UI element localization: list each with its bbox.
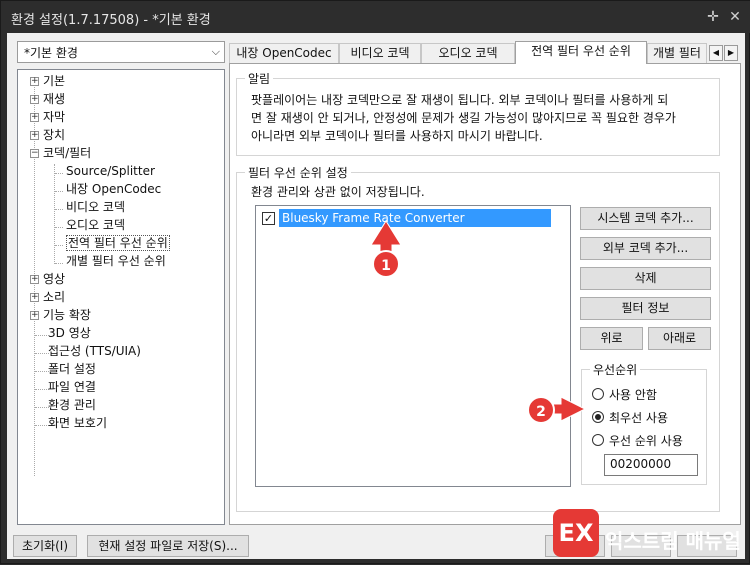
tab-label: 전역 필터 우선 순위 [531, 44, 631, 58]
callout-badge-2: 2 [527, 396, 555, 424]
callout-badge-1: 1 [372, 250, 400, 278]
arrow-up-icon [370, 220, 402, 254]
preferences-window: 환경 설정(1.7.17508) - *기본 환경 ✛ ✕ *기본 환경 ⌵ +… [0, 0, 750, 564]
annotation-overlay [370, 220, 587, 422]
tab-global-filter-priority[interactable]: 전역 필터 우선 순위 [515, 41, 647, 64]
